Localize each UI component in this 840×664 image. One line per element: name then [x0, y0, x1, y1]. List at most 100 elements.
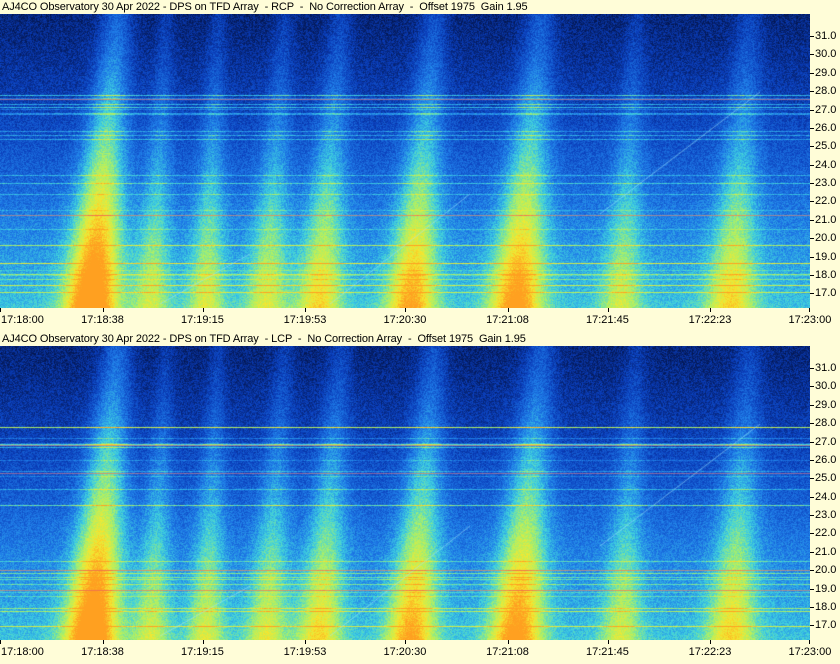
x-tick-mark	[0, 640, 1, 644]
x-tick-mark	[710, 640, 712, 644]
x-tick-label: 17:19:53	[283, 314, 327, 326]
x-tick-mark	[0, 308, 1, 312]
y-tick-mark	[810, 91, 814, 93]
y-tick-mark	[810, 109, 814, 111]
y-tick-mark	[810, 441, 814, 443]
y-tick-label: 22.0	[815, 527, 837, 540]
y-tick-label: 24.0	[815, 158, 837, 171]
y-tick-mark	[810, 164, 814, 166]
lcp-time-axis: 17:18:00 17:18:38 17:19:15 17:19:53 17:20:30…	[0, 640, 840, 664]
y-tick-label: 17.0	[815, 287, 837, 300]
y-tick-mark	[810, 36, 814, 38]
y-tick-mark	[810, 533, 814, 535]
y-tick-label: 25.0	[815, 140, 837, 153]
y-tick-label: 21.0	[815, 213, 837, 226]
y-tick-mark	[810, 570, 814, 572]
y-tick-mark	[810, 496, 814, 498]
x-tick-label: 17:21:08	[486, 646, 529, 658]
y-tick-mark	[810, 54, 814, 56]
rcp-spectrogram	[0, 14, 810, 308]
x-tick-label: 17:19:15	[181, 646, 224, 658]
x-tick-mark	[809, 308, 810, 312]
lcp-spectrogram-panel: AJ4CO Observatory 30 Apr 2022 - DPS on T…	[0, 332, 840, 664]
y-tick-label: 22.0	[815, 195, 837, 208]
x-tick-label: 17:18:00	[1, 314, 44, 326]
y-tick-label: 23.0	[815, 177, 837, 190]
y-tick-mark	[810, 625, 814, 627]
y-tick-mark	[810, 293, 814, 295]
rcp-spectrogram-panel: AJ4CO Observatory 30 Apr 2022 - DPS on T…	[0, 0, 840, 332]
rcp-title: AJ4CO Observatory 30 Apr 2022 - DPS on T…	[2, 1, 528, 13]
y-tick-label: 26.0	[815, 453, 837, 466]
x-tick-mark	[809, 640, 810, 644]
x-tick-label: 17:21:45	[586, 646, 629, 658]
rcp-time-axis: 17:18:00 17:18:38 17:19:15 17:19:53 17:20:30…	[0, 308, 840, 332]
x-tick-mark	[405, 640, 406, 644]
y-tick-mark	[810, 368, 814, 370]
y-tick-mark	[810, 256, 814, 258]
x-tick-label: 17:18:38	[81, 646, 124, 658]
y-tick-label: 20.0	[815, 232, 837, 245]
y-tick-label: 20.0	[815, 564, 837, 577]
x-tick-label: 17:19:53	[283, 646, 327, 658]
x-tick-mark	[405, 308, 406, 312]
y-tick-mark	[810, 146, 814, 148]
x-tick-label: 17:22:23	[688, 646, 732, 658]
rcp-frequency-axis: 17.0 18.0 19.0 20.0 21.0 22.0 23.0 24.0 25.0 26.0…	[810, 14, 840, 308]
y-tick-label: 19.0	[815, 250, 837, 263]
x-tick-label: 17:20:30	[383, 646, 427, 658]
y-tick-mark	[810, 606, 814, 608]
y-tick-mark	[810, 423, 814, 425]
y-tick-label: 23.0	[815, 509, 837, 522]
y-tick-label: 31.0	[815, 30, 837, 43]
y-tick-label: 28.0	[815, 417, 837, 430]
y-tick-label: 18.0	[815, 600, 837, 613]
y-tick-label: 18.0	[815, 268, 837, 281]
lcp-title: AJ4CO Observatory 30 Apr 2022 - DPS on T…	[2, 333, 526, 345]
x-tick-mark	[607, 640, 609, 644]
y-tick-label: 19.0	[815, 582, 837, 595]
x-tick-mark	[305, 308, 307, 312]
x-tick-mark	[102, 640, 104, 644]
y-tick-mark	[810, 72, 814, 74]
x-tick-label: 17:21:08	[486, 314, 529, 326]
y-tick-label: 29.0	[815, 398, 837, 411]
x-tick-label: 17:22:23	[688, 314, 732, 326]
lcp-frequency-axis: 17.0 18.0 19.0 20.0 21.0 22.0 23.0 24.0 25.0 26.0…	[810, 346, 840, 640]
x-tick-label: 17:21:45	[586, 314, 629, 326]
y-tick-mark	[810, 238, 814, 240]
y-tick-mark	[810, 201, 814, 203]
x-tick-label: 17:20:30	[383, 314, 427, 326]
y-tick-label: 17.0	[815, 619, 837, 632]
y-tick-label: 26.0	[815, 121, 837, 134]
x-tick-label: 17:18:38	[81, 314, 124, 326]
y-tick-label: 21.0	[815, 545, 837, 558]
y-tick-label: 24.0	[815, 490, 837, 503]
x-tick-mark	[202, 640, 204, 644]
y-tick-label: 29.0	[815, 66, 837, 79]
x-tick-label: 17:19:15	[181, 314, 224, 326]
y-tick-label: 31.0	[815, 362, 837, 375]
y-tick-label: 25.0	[815, 472, 837, 485]
y-tick-label: 30.0	[815, 380, 837, 393]
y-tick-label: 27.0	[815, 103, 837, 116]
lcp-spectrogram	[0, 346, 810, 640]
y-tick-mark	[810, 219, 814, 221]
y-tick-mark	[810, 515, 814, 517]
y-tick-label: 30.0	[815, 48, 837, 61]
x-tick-mark	[607, 308, 609, 312]
y-tick-label: 27.0	[815, 435, 837, 448]
y-tick-mark	[810, 459, 814, 461]
x-tick-mark	[507, 640, 509, 644]
y-tick-mark	[810, 183, 814, 185]
x-tick-mark	[710, 308, 712, 312]
x-tick-label: 17:18:00	[1, 646, 44, 658]
y-tick-label: 28.0	[815, 85, 837, 98]
y-tick-mark	[810, 127, 814, 129]
y-tick-mark	[810, 551, 814, 553]
y-tick-mark	[810, 404, 814, 406]
y-tick-mark	[810, 386, 814, 388]
y-tick-mark	[810, 274, 814, 276]
x-tick-label: 17:23:00	[788, 314, 832, 326]
y-tick-mark	[810, 478, 814, 480]
